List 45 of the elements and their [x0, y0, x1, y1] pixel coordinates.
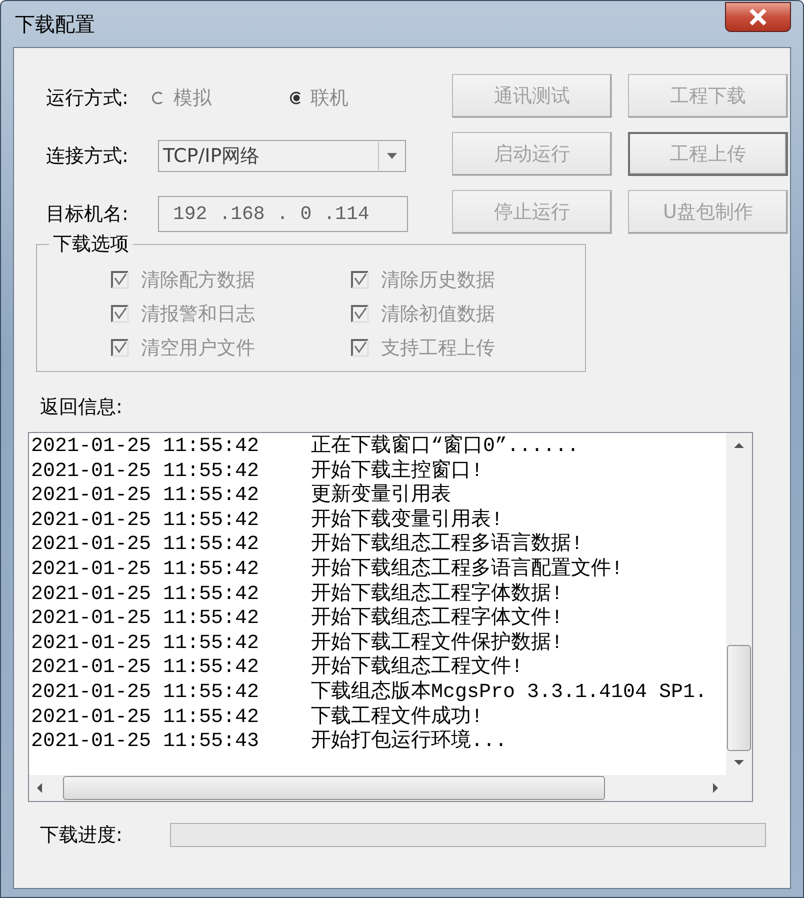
log-message: 开始下载组态工程字体数据!: [311, 582, 564, 606]
log-message: 开始下载组态工程文件!: [311, 656, 524, 680]
log-time: 2021-01-25 11:55:42: [31, 680, 260, 706]
log-time: 2021-01-25 11:55:42: [31, 435, 260, 460]
log-time: 2021-01-25 11:55:42: [31, 706, 260, 730]
progress-label: 下载进度:: [40, 823, 124, 848]
horizontal-scrollbar[interactable]: [29, 775, 726, 801]
log-message: 下载组态版本McgsPro 3.3.1.4104 SP1.: [311, 680, 708, 705]
log-message: 下载工程文件成功!: [311, 706, 484, 729]
log-time: 2021-01-25 11:55:42: [31, 632, 260, 656]
window-title: 下载配置: [14, 10, 95, 38]
log-time: 2021-01-25 11:55:42: [31, 508, 260, 534]
scroll-right-icon[interactable]: [710, 783, 720, 793]
log-message: 开始下载组态工程多语言数据!: [311, 533, 584, 557]
log-time: 2021-01-25 11:55:42: [31, 582, 260, 608]
log-time: 2021-01-25 11:55:42: [31, 558, 260, 583]
log-message: 开始下载组态工程字体文件!: [311, 607, 564, 631]
log-time: 2021-01-25 11:55:43: [31, 730, 260, 755]
log-time: 2021-01-25 11:55:42: [31, 533, 260, 558]
log-message: 开始下载工程文件保护数据!: [311, 632, 564, 655]
radio-button[interactable]: 模拟: [151, 85, 289, 111]
log-message: 开始下载组态工程多语言配置文件!: [311, 558, 624, 582]
radio-button[interactable]: 联机: [288, 85, 426, 111]
target-label: 目标机名:: [46, 202, 130, 227]
connection-dropdown[interactable]: TCP/IP网络: [158, 140, 406, 172]
ip-address-field[interactable]: 192 .168 . 0 .114: [158, 196, 408, 232]
close-icon: [748, 8, 768, 26]
scroll-down-icon[interactable]: [734, 757, 744, 767]
connection-label: 连接方式:: [46, 144, 130, 169]
log-message: 开始下载变量引用表!: [311, 508, 504, 532]
log-label: 返回信息:: [40, 395, 124, 420]
close-button[interactable]: [725, 2, 791, 32]
log-message: 正在下载窗口“窗口0”......: [311, 435, 580, 459]
dropdown-arrow-icon: [387, 153, 397, 159]
scroll-left-icon[interactable]: [35, 783, 45, 793]
vertical-scrollbar[interactable]: [726, 433, 752, 775]
log-time: 2021-01-25 11:55:42: [31, 484, 260, 509]
scroll-up-icon[interactable]: [734, 441, 744, 451]
log-message: 开始打包运行环境...: [311, 730, 508, 755]
log-time: 2021-01-25 11:55:42: [31, 460, 260, 484]
run-mode-label: 运行方式:: [46, 86, 130, 111]
log-time: 2021-01-25 11:55:42: [31, 607, 260, 632]
log-message: 开始下载主控窗口!: [311, 460, 484, 483]
log-time: 2021-01-25 11:55:42: [31, 656, 260, 681]
log-message: 更新变量引用表: [311, 484, 451, 508]
